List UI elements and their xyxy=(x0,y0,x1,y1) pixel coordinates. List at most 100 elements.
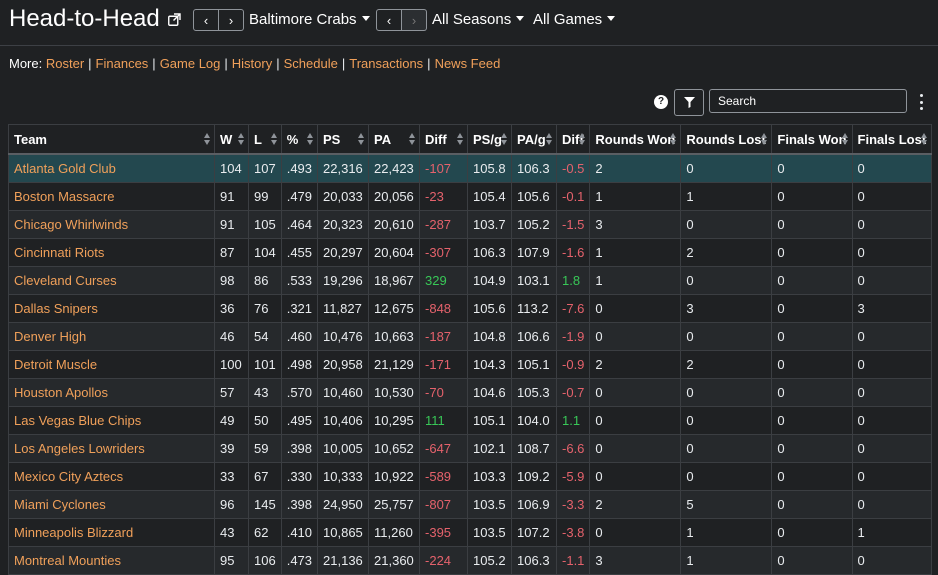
table-cell: 0 xyxy=(851,322,933,351)
help-icon[interactable]: ? xyxy=(654,95,668,109)
table-cell: 108.7 xyxy=(511,434,558,463)
table-cell: 36 xyxy=(214,294,249,323)
table-cell: 12,675 xyxy=(368,294,421,323)
column-header-finals-lost[interactable]: Finals Lost xyxy=(851,124,933,155)
table-cell: 10,295 xyxy=(368,406,421,435)
external-link-icon[interactable] xyxy=(168,13,181,26)
table-row[interactable]: Chicago Whirlwinds 91 105.464 20,323 20,610-… xyxy=(8,210,933,239)
schedule-link[interactable]: Schedule xyxy=(284,56,338,71)
team-link[interactable]: Atlanta Gold Club xyxy=(14,161,116,176)
table-cell: 10,406 xyxy=(317,406,370,435)
table-cell: -1.6 xyxy=(556,238,591,267)
table-row[interactable]: Houston Apollos 57 43.570 10,460 10,530 -70 10… xyxy=(8,378,933,407)
table-cell: 86 xyxy=(248,266,282,295)
table-cell: 0 xyxy=(680,153,773,183)
team-link[interactable]: Boston Massacre xyxy=(14,189,114,204)
team-link[interactable]: Chicago Whirlwinds xyxy=(14,217,128,232)
finances-link[interactable]: Finances xyxy=(96,56,149,71)
next-team-button[interactable]: › xyxy=(219,9,244,31)
team-link[interactable]: Montreal Mounties xyxy=(14,553,121,568)
table-row[interactable]: Denver High 46 54.460 10,476 10,663 -187 104.8… xyxy=(8,322,933,351)
previous-team-button[interactable]: ‹ xyxy=(193,9,219,31)
table-cell: 25,757 xyxy=(368,490,421,519)
team-link[interactable]: Cleveland Curses xyxy=(14,273,117,288)
history-link[interactable]: History xyxy=(232,56,272,71)
column-header-l[interactable]: L xyxy=(248,124,282,155)
table-cell: 145 xyxy=(248,490,282,519)
table-cell: 0 xyxy=(589,406,682,435)
table-cell: 33 xyxy=(214,462,249,491)
team-link[interactable]: Houston Apollos xyxy=(14,385,108,400)
table-row[interactable]: Las Vegas Blue Chips 49 50.495 10,406 10,295… xyxy=(8,406,933,435)
column-header-diff[interactable]: Diff xyxy=(419,124,469,155)
table-row[interactable]: Minneapolis Blizzard 43 62.410 10,865 11,260… xyxy=(8,518,933,547)
team-cell: Minneapolis Blizzard xyxy=(8,518,215,547)
table-row[interactable]: Atlanta Gold Club 104 107.493 22,316 22,423-… xyxy=(8,153,933,183)
column-header-finals-won[interactable]: Finals Won xyxy=(771,124,853,155)
column-header-ps[interactable]: PS xyxy=(317,124,370,155)
chevron-left-icon: ‹ xyxy=(203,12,209,28)
table-cell: 101 xyxy=(248,350,282,379)
column-header-pa-per-game[interactable]: PA/g xyxy=(511,124,558,155)
table-cell: 99 xyxy=(248,182,282,211)
table-cell: 0 xyxy=(851,546,933,575)
table-row[interactable]: Miami Cyclones 96 145.398 24,950 25,757 -807 1… xyxy=(8,490,933,519)
column-header-w[interactable]: W xyxy=(214,124,249,155)
roster-link[interactable]: Roster xyxy=(46,56,84,71)
game-log-link[interactable]: Game Log xyxy=(160,56,221,71)
table-cell: 10,652 xyxy=(368,434,421,463)
table-row[interactable]: Boston Massacre 91 99.479 20,033 20,056 -23 10… xyxy=(8,182,933,211)
team-link[interactable]: Cincinnati Riots xyxy=(14,245,104,260)
table-cell: 0 xyxy=(589,322,682,351)
team-link[interactable]: Detroit Muscle xyxy=(14,357,97,372)
table-cell: -307 xyxy=(419,238,469,267)
column-header-team[interactable]: Team xyxy=(8,124,215,155)
table-cell: 0 xyxy=(589,378,682,407)
table-row[interactable]: Mexico City Aztecs 33 67.330 10,333 10,922 -5… xyxy=(8,462,933,491)
column-header-pa[interactable]: PA xyxy=(368,124,421,155)
column-header-pct[interactable]: % xyxy=(280,124,319,155)
transactions-link[interactable]: Transactions xyxy=(349,56,423,71)
table-cell: 0 xyxy=(851,406,933,435)
sort-icon xyxy=(358,133,365,145)
table-row[interactable]: Detroit Muscle 100 101.498 20,958 21,129 -171… xyxy=(8,350,933,379)
games-select[interactable]: All Games xyxy=(533,11,616,28)
team-link[interactable]: Las Vegas Blue Chips xyxy=(14,413,141,428)
table-row[interactable]: Cleveland Curses 98 86.533 19,296 18,967 329 1… xyxy=(8,266,933,295)
season-select[interactable]: All Seasons xyxy=(432,11,525,28)
table-row[interactable]: Cincinnati Riots 87 104.455 20,297 20,604 -30… xyxy=(8,238,933,267)
team-link[interactable]: Mexico City Aztecs xyxy=(14,469,123,484)
table-cell: 0 xyxy=(851,153,933,183)
column-header-diff-per-game[interactable]: Diff xyxy=(556,124,591,155)
table-cell: 1 xyxy=(680,546,773,575)
search-input[interactable] xyxy=(709,89,907,113)
column-header-rounds-won[interactable]: Rounds Won xyxy=(589,124,682,155)
team-link[interactable]: Los Angeles Lowriders xyxy=(14,441,145,456)
table-cell: .398 xyxy=(280,434,319,463)
column-header-ps-per-game[interactable]: PS/g xyxy=(467,124,513,155)
team-link[interactable]: Minneapolis Blizzard xyxy=(14,525,133,540)
table-cell: 2 xyxy=(680,350,773,379)
team-link[interactable]: Dallas Snipers xyxy=(14,301,98,316)
news-feed-link[interactable]: News Feed xyxy=(435,56,501,71)
table-row[interactable]: Montreal Mounties 95 106.473 21,136 21,360 -2… xyxy=(8,546,933,575)
table-cell: 3 xyxy=(589,210,682,239)
separator: | xyxy=(152,56,156,71)
previous-season-button[interactable]: ‹ xyxy=(376,9,402,31)
table-row[interactable]: Los Angeles Lowriders 39 59.398 10,005 10,65… xyxy=(8,434,933,463)
table-cell: -0.5 xyxy=(556,153,591,183)
team-cell: Boston Massacre xyxy=(8,182,215,211)
team-select[interactable]: Baltimore Crabs xyxy=(249,11,370,28)
filter-button[interactable] xyxy=(674,89,704,116)
table-row[interactable]: Dallas Snipers 36 76.321 11,827 12,675 -848 10… xyxy=(8,294,933,323)
team-link[interactable]: Miami Cyclones xyxy=(14,497,106,512)
more-options-icon[interactable] xyxy=(919,94,923,110)
next-season-button[interactable]: › xyxy=(402,9,427,31)
table-body: Atlanta Gold Club 104 107.493 22,316 22,423-… xyxy=(8,153,933,575)
table-cell: 105.2 xyxy=(511,210,558,239)
table-cell: 0 xyxy=(851,378,933,407)
column-header-rounds-lost[interactable]: Rounds Lost xyxy=(680,124,773,155)
team-link[interactable]: Denver High xyxy=(14,329,86,344)
table-cell: 105.2 xyxy=(467,546,513,575)
caret-down-icon xyxy=(607,15,616,21)
